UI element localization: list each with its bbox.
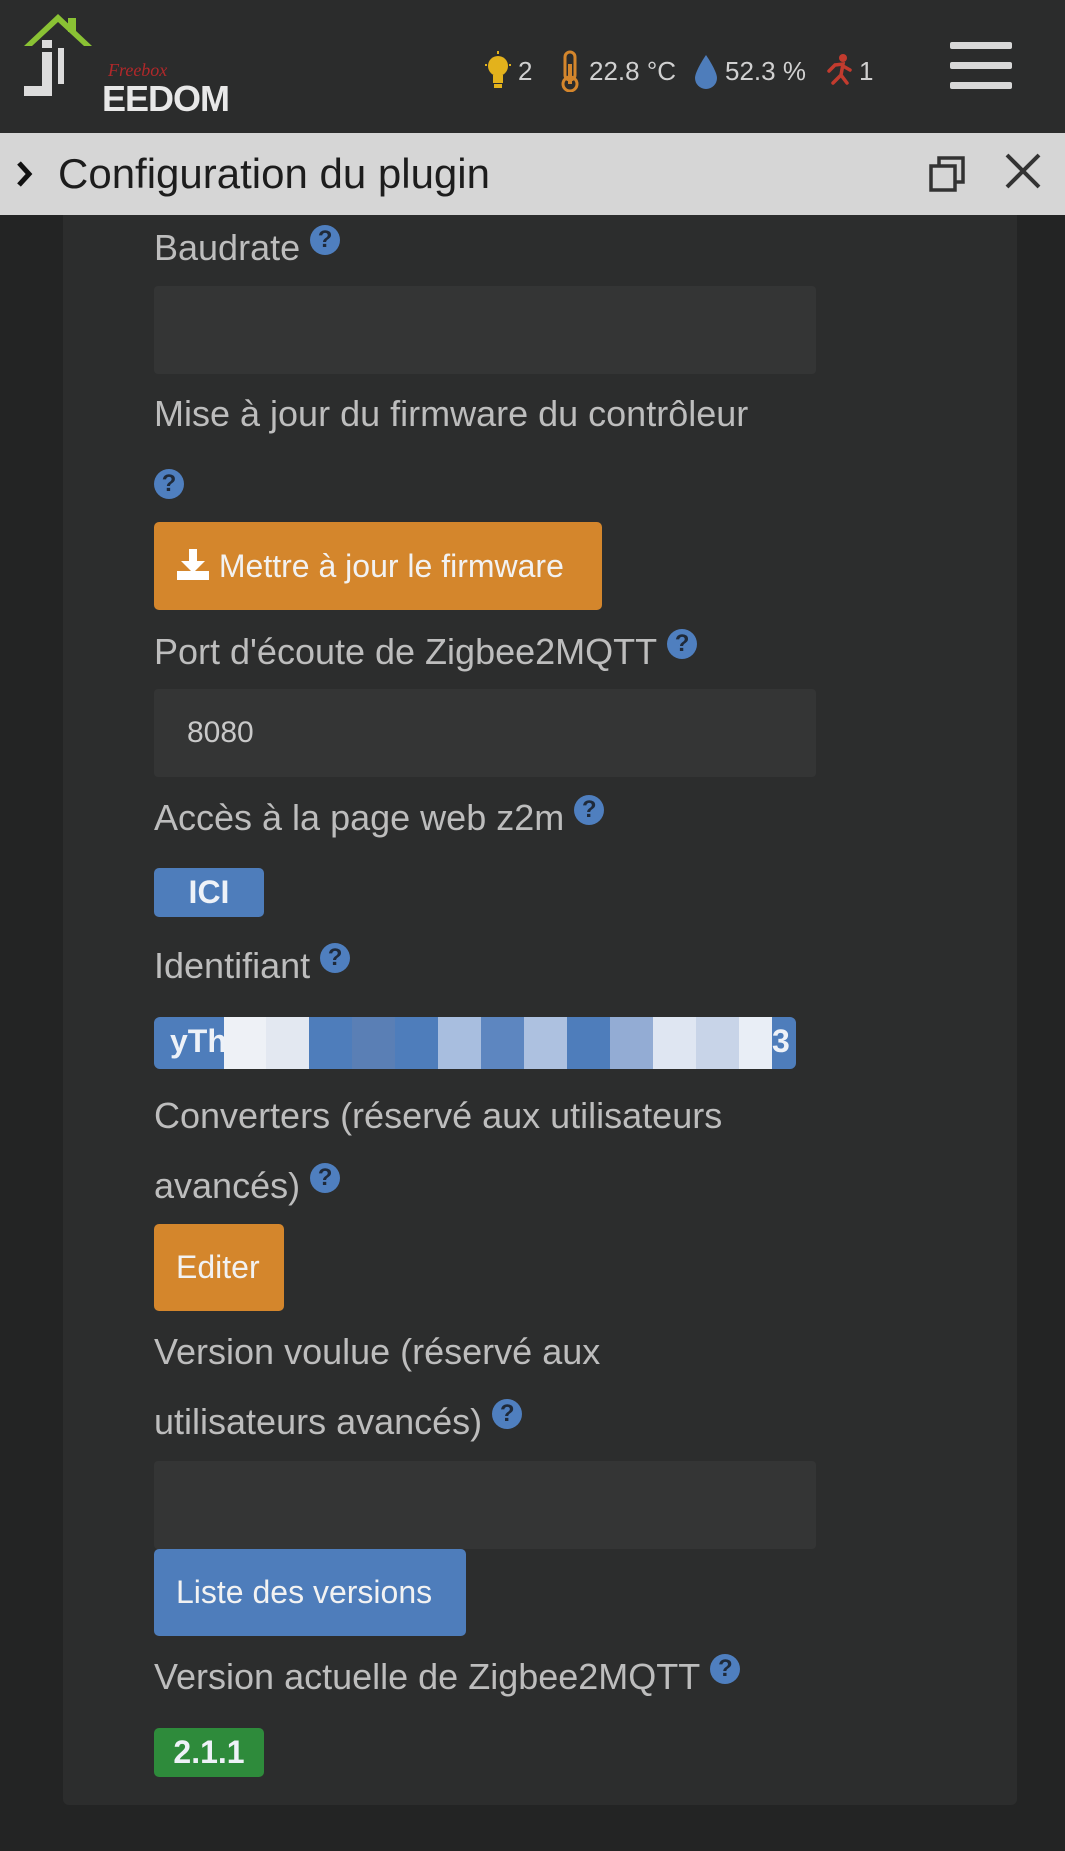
blur-block bbox=[352, 1017, 395, 1069]
baudrate-label: Baudrate? bbox=[154, 212, 341, 284]
top-navbar: Freebox EEDOM 2 22.8 °C 52.3 % 1 bbox=[0, 0, 1065, 133]
help-icon[interactable]: ? bbox=[154, 469, 184, 500]
wanted-version-label: Version voulue (réservé aux bbox=[154, 1331, 601, 1372]
water-drop-icon bbox=[695, 55, 717, 89]
blur-block bbox=[567, 1017, 610, 1069]
chevron-right-icon[interactable] bbox=[14, 159, 36, 189]
summary-motion[interactable]: 1 bbox=[825, 48, 873, 94]
blur-block bbox=[309, 1017, 352, 1069]
help-icon[interactable]: ? bbox=[574, 795, 605, 825]
converters-label: Converters (réservé aux utilisateurs bbox=[154, 1095, 723, 1136]
modal-titlebar: Configuration du plugin bbox=[0, 133, 1065, 215]
help-icon[interactable]: ? bbox=[310, 1163, 341, 1193]
lightbulb-icon bbox=[485, 51, 511, 88]
blur-block bbox=[739, 1017, 772, 1069]
firmware-label: Mise à jour du firmware du contrôleur bbox=[154, 393, 749, 434]
blur-block bbox=[653, 1017, 696, 1069]
firmware-help: ? bbox=[154, 446, 184, 518]
current-version-badge: 2.1.1 bbox=[154, 1728, 264, 1777]
identifiant-badge: yTh 3 bbox=[154, 1017, 796, 1069]
menu-icon[interactable] bbox=[950, 42, 1012, 90]
summary-lights[interactable]: 2 bbox=[484, 48, 532, 94]
blur-block bbox=[224, 1017, 266, 1069]
identifiant-tail: 3 bbox=[772, 1023, 790, 1059]
help-icon[interactable]: ? bbox=[710, 1654, 741, 1684]
humidity-value: 52.3 % bbox=[725, 55, 806, 86]
port-input[interactable] bbox=[154, 689, 816, 777]
blur-block bbox=[438, 1017, 481, 1069]
summary-humidity[interactable]: 52.3 % bbox=[693, 48, 806, 94]
help-icon[interactable]: ? bbox=[667, 629, 698, 659]
blur-block bbox=[481, 1017, 524, 1069]
help-icon[interactable]: ? bbox=[492, 1399, 523, 1429]
edit-converters-button[interactable]: Editer bbox=[154, 1224, 284, 1311]
blur-block bbox=[266, 1017, 309, 1069]
wanted-version-input[interactable] bbox=[154, 1461, 816, 1549]
modal-title: Configuration du plugin bbox=[58, 150, 490, 197]
port-label: Port d'écoute de Zigbee2MQTT? bbox=[154, 616, 698, 688]
restore-window-icon[interactable] bbox=[928, 155, 968, 193]
wanted-version-label-cont: utilisateurs avancés)? bbox=[154, 1386, 523, 1458]
running-person-icon bbox=[827, 54, 852, 85]
baudrate-input[interactable] bbox=[154, 286, 816, 374]
close-icon[interactable] bbox=[1003, 151, 1043, 191]
identifiant-value: yTh bbox=[170, 1023, 227, 1059]
update-firmware-label: Mettre à jour le firmware bbox=[218, 547, 564, 584]
download-icon bbox=[177, 548, 209, 580]
jeedom-logo[interactable]: Freebox EEDOM bbox=[18, 12, 230, 119]
blur-block bbox=[524, 1017, 567, 1069]
ici-link-button[interactable]: ICI bbox=[154, 868, 264, 917]
update-firmware-button[interactable]: Mettre à jour le firmware bbox=[154, 522, 602, 610]
logo-text: EEDOM bbox=[102, 78, 230, 119]
identifiant-label: Identifiant? bbox=[154, 930, 351, 1002]
web-page-label: Accès à la page web z2m? bbox=[154, 782, 605, 854]
current-version-label: Version actuelle de Zigbee2MQTT? bbox=[154, 1641, 741, 1713]
help-icon[interactable]: ? bbox=[320, 943, 351, 973]
motion-count: 1 bbox=[859, 55, 874, 86]
temperature-value: 22.8 °C bbox=[589, 55, 677, 86]
summary-temperature[interactable]: 22.8 °C bbox=[557, 48, 676, 94]
blur-block bbox=[395, 1017, 438, 1069]
thermometer-icon bbox=[561, 50, 579, 92]
blur-block bbox=[696, 1017, 739, 1069]
help-icon[interactable]: ? bbox=[310, 225, 341, 255]
converters-label-cont: avancés)? bbox=[154, 1150, 341, 1222]
version-list-button[interactable]: Liste des versions bbox=[154, 1549, 466, 1636]
blur-block bbox=[610, 1017, 653, 1069]
lights-count: 2 bbox=[518, 55, 533, 86]
